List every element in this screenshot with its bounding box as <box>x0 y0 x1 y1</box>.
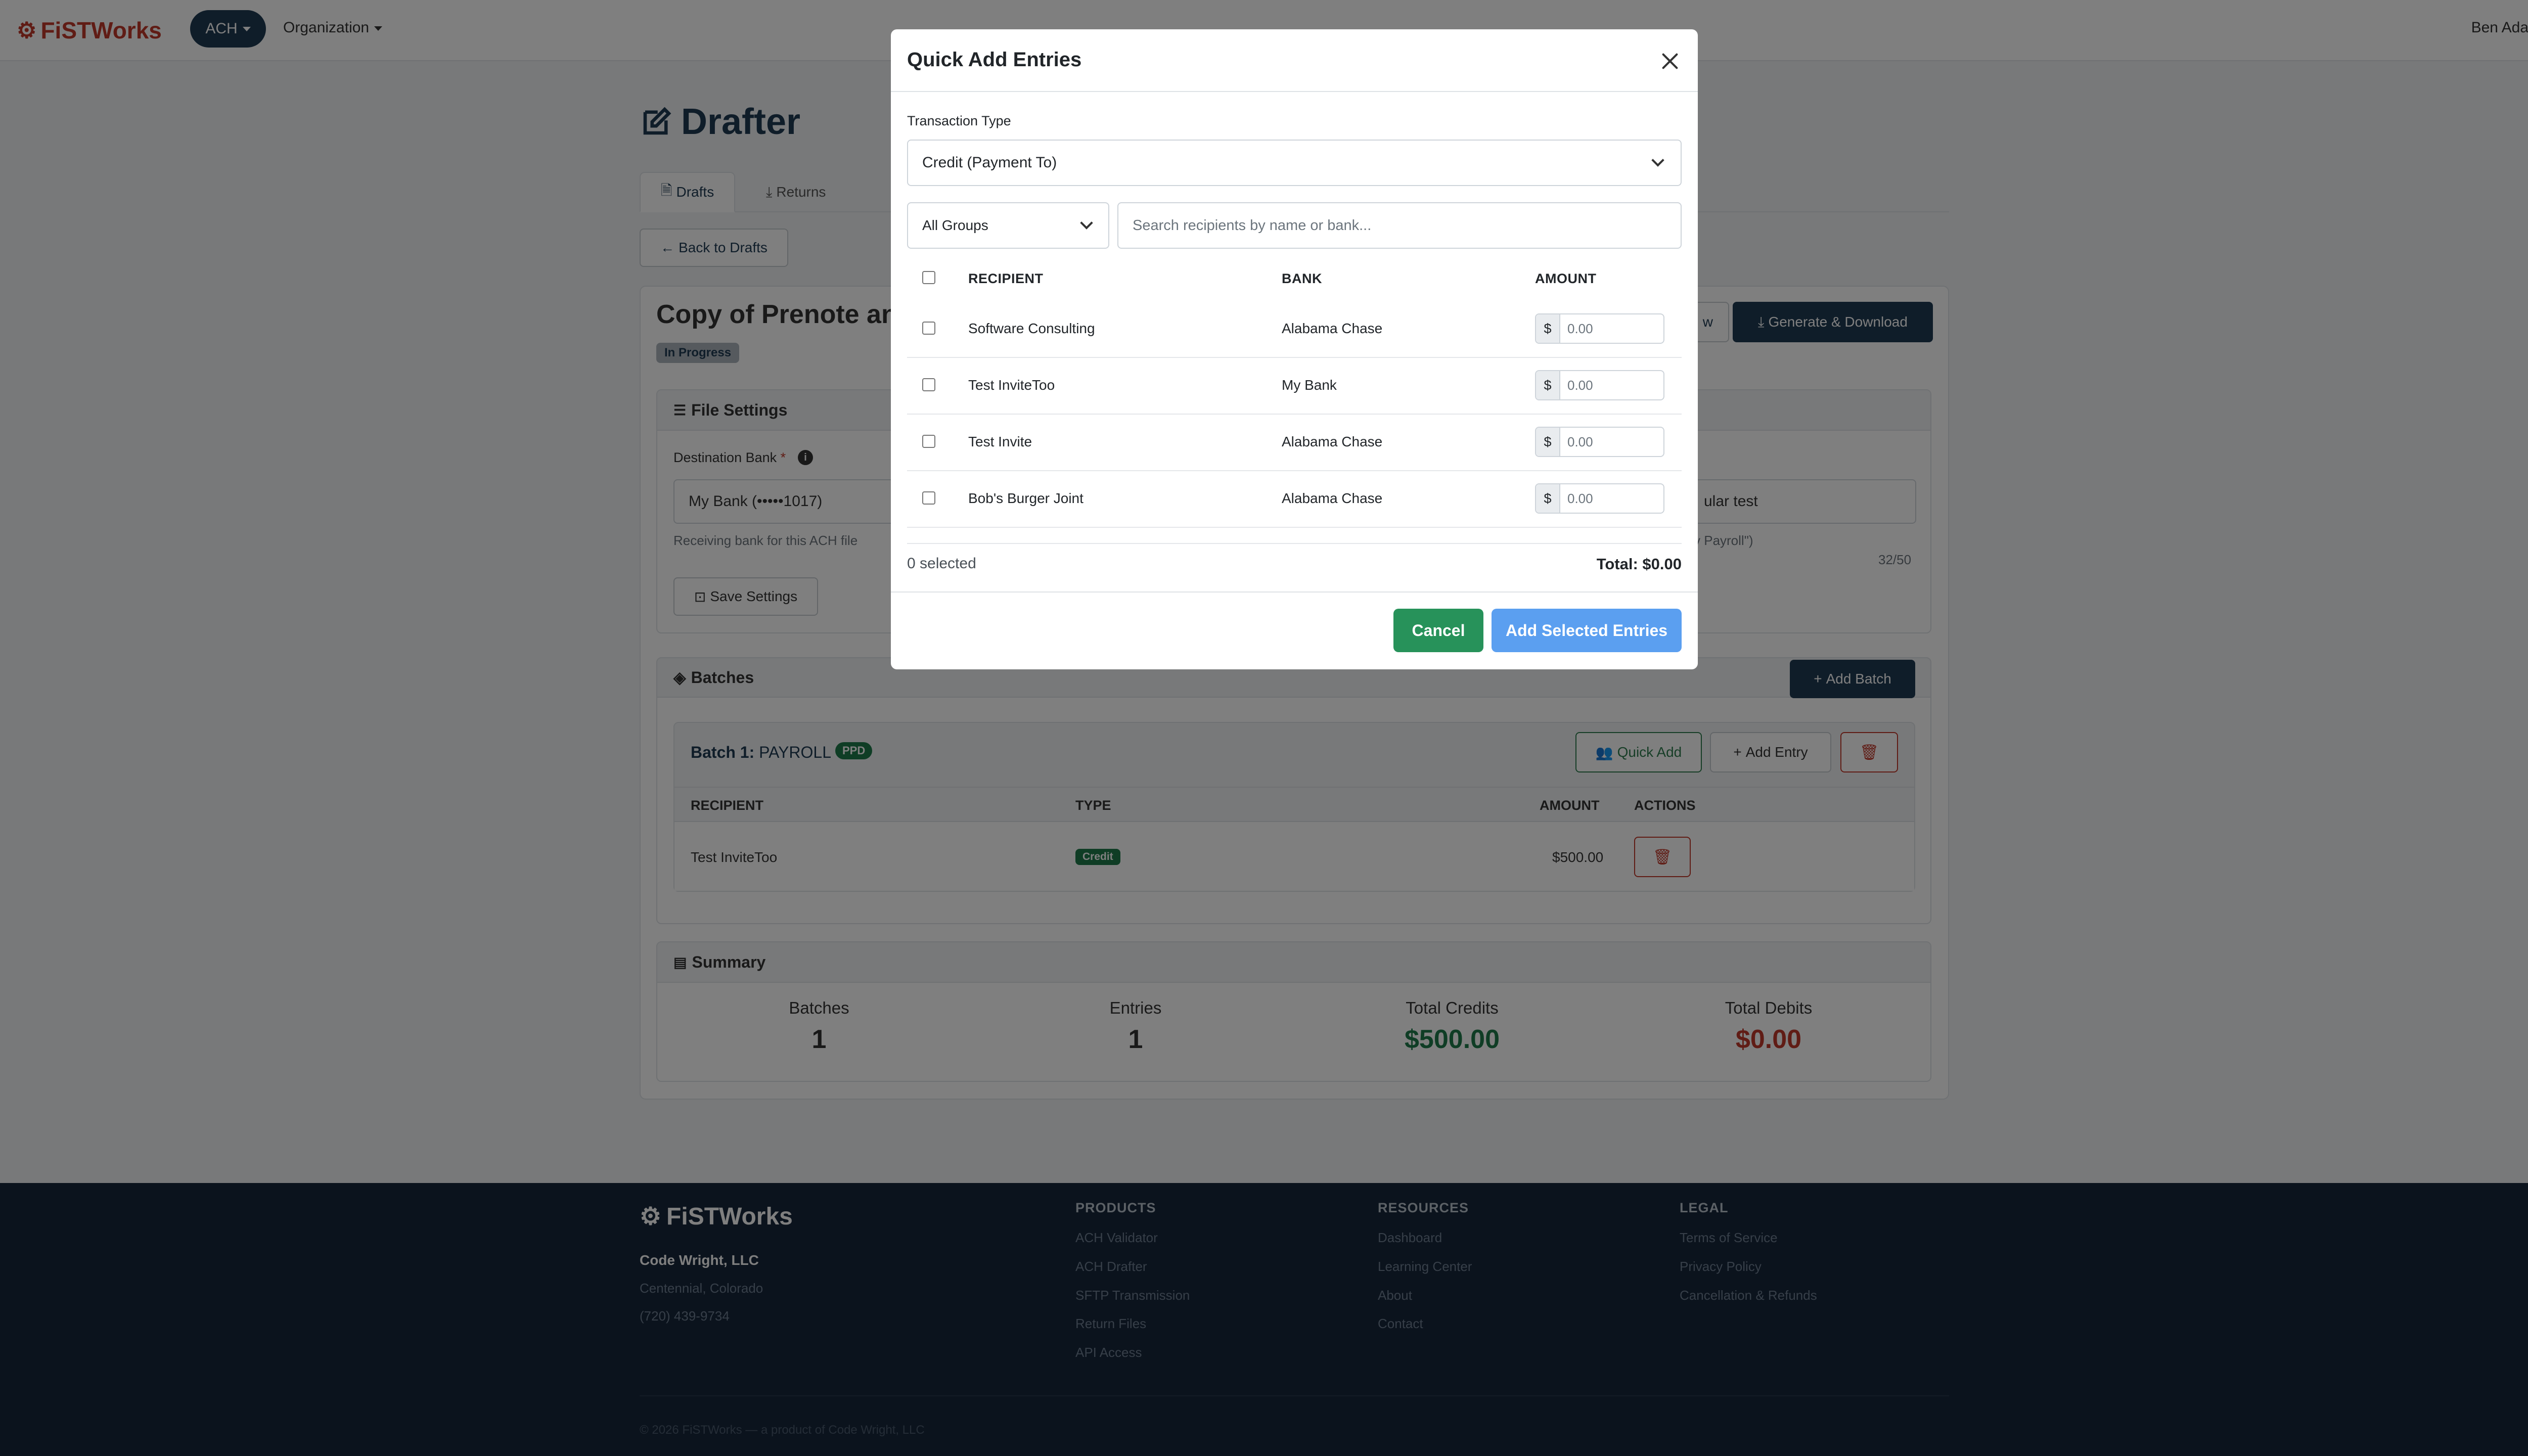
amount-input[interactable]: 0.00 <box>1560 371 1663 399</box>
quick-add-modal: Quick Add Entries Transaction Type Credi… <box>891 29 1698 669</box>
add-selected-entries-button[interactable]: Add Selected Entries <box>1492 609 1682 652</box>
amount-input[interactable]: 0.00 <box>1560 428 1663 456</box>
recipient-bank: My Bank <box>1282 377 1337 393</box>
selection-total: Total: $0.00 <box>1596 555 1682 573</box>
row-divider <box>907 357 1682 358</box>
modal-header-divider <box>891 91 1698 92</box>
recipient-name: Test InviteToo <box>968 377 1055 393</box>
row-divider <box>907 470 1682 471</box>
amount-input[interactable]: 0.00 <box>1560 484 1663 513</box>
recipient-name: Test Invite <box>968 434 1032 449</box>
row-divider <box>907 414 1682 415</box>
chevron-down-icon <box>1651 154 1664 167</box>
group-filter-value: All Groups <box>922 217 988 233</box>
amount-input-group: $ 0.00 <box>1535 483 1664 514</box>
chevron-down-icon <box>1080 216 1093 230</box>
recipient-name: Bob's Burger Joint <box>968 490 1084 506</box>
currency-prefix: $ <box>1536 314 1560 343</box>
close-icon <box>1662 53 1678 69</box>
recipient-search-input[interactable]: Search recipients by name or bank... <box>1117 202 1682 249</box>
group-filter-select[interactable]: All Groups <box>907 202 1109 249</box>
recipient-bank: Alabama Chase <box>1282 434 1383 449</box>
transaction-type-value: Credit (Payment To) <box>922 154 1057 171</box>
close-button[interactable] <box>1657 49 1683 74</box>
modal-column-recipient: RECIPIENT <box>968 271 1044 286</box>
transaction-type-select[interactable]: Credit (Payment To) <box>907 140 1682 186</box>
modal-column-amount: AMOUNT <box>1535 271 1597 286</box>
amount-input[interactable]: 0.00 <box>1560 314 1663 343</box>
recipient-bank: Alabama Chase <box>1282 321 1383 336</box>
currency-prefix: $ <box>1536 484 1560 513</box>
cancel-button[interactable]: Cancel <box>1393 609 1483 652</box>
modal-column-bank: BANK <box>1282 271 1322 286</box>
recipient-name: Software Consulting <box>968 321 1095 336</box>
amount-input-group: $ 0.00 <box>1535 427 1664 457</box>
amount-input-group: $ 0.00 <box>1535 370 1664 400</box>
modal-footer-divider <box>891 592 1698 593</box>
transaction-type-label: Transaction Type <box>907 113 1011 128</box>
modal-title: Quick Add Entries <box>907 49 1082 71</box>
row-checkbox[interactable] <box>922 435 935 448</box>
row-checkbox[interactable] <box>922 491 935 505</box>
amount-input-group: $ 0.00 <box>1535 313 1664 344</box>
select-all-checkbox[interactable] <box>922 271 935 284</box>
row-divider <box>907 527 1682 528</box>
selected-count: 0 selected <box>907 555 976 572</box>
currency-prefix: $ <box>1536 428 1560 456</box>
recipient-bank: Alabama Chase <box>1282 490 1383 506</box>
list-footer-divider <box>907 543 1682 544</box>
row-checkbox[interactable] <box>922 322 935 335</box>
currency-prefix: $ <box>1536 371 1560 399</box>
row-checkbox[interactable] <box>922 378 935 391</box>
